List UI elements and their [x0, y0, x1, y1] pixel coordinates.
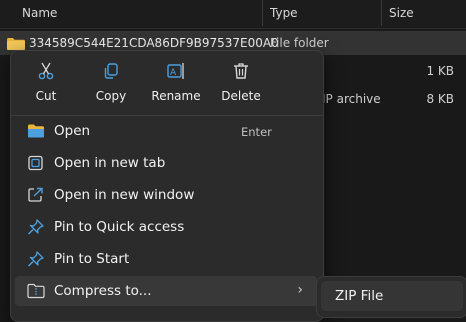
menu-item-compress[interactable]: Compress to... ›: [15, 276, 317, 306]
column-divider[interactable]: [262, 0, 263, 26]
pin-icon: [28, 219, 44, 235]
menu-item-label: Open in new tab: [54, 155, 166, 171]
svg-text:A: A: [170, 68, 177, 78]
copy-button[interactable]: Copy: [76, 51, 146, 107]
new-tab-icon: [28, 155, 43, 171]
folder-icon: [7, 38, 25, 50]
submenu-item-zip-file[interactable]: ZIP File: [321, 281, 463, 311]
file-size: 1 KB: [426, 64, 454, 78]
column-header-type[interactable]: Type: [270, 6, 298, 20]
file-size: 8 KB: [426, 92, 454, 106]
folder-open-icon: [28, 124, 44, 138]
cut-label: Cut: [35, 89, 57, 103]
column-divider[interactable]: [381, 0, 382, 26]
copy-icon: [104, 63, 118, 79]
menu-item-open-new-window[interactable]: Open in new window: [15, 180, 317, 210]
rename-icon: A: [167, 63, 184, 79]
column-header-bar: Name ^ Type Size: [0, 0, 466, 29]
rename-label: Rename: [151, 89, 201, 103]
menu-item-pin-quick-access[interactable]: Pin to Quick access: [15, 212, 317, 242]
context-menu: Cut Copy A Rename Delete Open Enter Open…: [10, 50, 324, 322]
menu-item-label: Open: [54, 123, 91, 139]
delete-button[interactable]: Delete: [206, 51, 276, 107]
file-name: 334589C544E21CDA86DF9B97537E00A0: [29, 36, 279, 50]
menu-item-open-new-tab[interactable]: Open in new tab: [15, 148, 317, 178]
scissors-icon: [38, 62, 54, 80]
menu-item-label: Pin to Start: [54, 251, 130, 267]
menu-item-pin-start[interactable]: Pin to Start: [15, 244, 317, 274]
sort-caret-icon: ^: [148, 0, 156, 7]
delete-label: Delete: [221, 89, 261, 103]
compress-icon: [27, 283, 45, 299]
menu-item-label: Compress to...: [54, 283, 152, 299]
cut-button[interactable]: Cut: [11, 51, 81, 107]
menu-item-open[interactable]: Open Enter: [15, 116, 317, 146]
pin-icon: [28, 251, 44, 267]
file-type-partial: IP archive: [322, 92, 381, 106]
rename-button[interactable]: A Rename: [141, 51, 211, 107]
new-window-icon: [28, 187, 43, 202]
menu-item-label: Pin to Quick access: [54, 219, 185, 235]
compress-submenu: ZIP File: [316, 276, 466, 318]
file-type: File folder: [270, 36, 329, 50]
shortcut-hint: Enter: [241, 125, 272, 139]
menu-item-label: Open in new window: [54, 187, 195, 203]
submenu-item-label: ZIP File: [335, 288, 384, 304]
chevron-right-icon: ›: [297, 282, 303, 298]
column-header-name[interactable]: Name: [22, 6, 57, 20]
trash-icon: [234, 63, 248, 79]
copy-label: Copy: [95, 89, 127, 103]
column-header-size[interactable]: Size: [389, 6, 414, 20]
